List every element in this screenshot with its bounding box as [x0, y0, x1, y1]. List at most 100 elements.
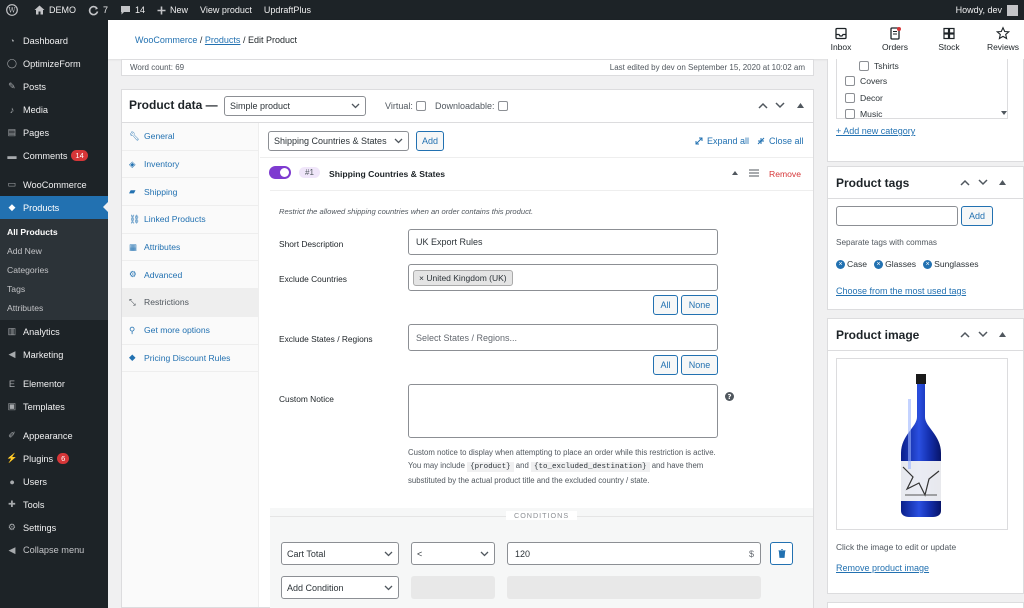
delete-condition-button[interactable]	[770, 542, 793, 565]
category-item[interactable]: Music	[845, 106, 1007, 123]
menu-media[interactable]: ♪ Media	[0, 98, 108, 121]
downloadable-checkbox[interactable]	[497, 101, 508, 111]
rule-collapse-icon[interactable]	[732, 171, 738, 175]
submenu-attributes[interactable]: Attributes	[0, 298, 108, 317]
menu-templates[interactable]: ▣ Templates	[0, 395, 108, 418]
updraftplus-link[interactable]: UpdraftPlus	[258, 0, 317, 20]
menu-settings[interactable]: ⚙ Settings	[0, 516, 108, 539]
wordpress-logo-button[interactable]: W	[0, 0, 28, 20]
menu-pages[interactable]: ▤ Pages	[0, 121, 108, 144]
menu-products[interactable]: ◆ Products	[0, 196, 108, 219]
add-new-category-link[interactable]: + Add new category	[836, 126, 915, 136]
condition-operator-select[interactable]: <	[411, 542, 495, 565]
virtual-checkbox[interactable]	[415, 101, 426, 111]
chevron-down-icon[interactable]	[775, 102, 785, 109]
chevron-up-icon[interactable]	[960, 331, 970, 338]
chevron-down-icon[interactable]	[978, 179, 988, 186]
condition-value-input[interactable]: 120 $	[507, 542, 761, 565]
product-image[interactable]	[836, 358, 1008, 530]
breadcrumb-products[interactable]: Products	[205, 35, 241, 45]
remove-tag-icon[interactable]: ×	[836, 259, 845, 269]
product-type-select[interactable]: Simple product	[224, 96, 366, 116]
menu-posts[interactable]: ✎ Posts	[0, 75, 108, 98]
countries-none-button[interactable]: None	[681, 295, 718, 315]
help-icon[interactable]: ?	[725, 392, 734, 401]
category-item[interactable]: Tshirts	[845, 59, 1007, 73]
restriction-type-select[interactable]: Shipping Countries & States	[268, 131, 409, 151]
submenu-tags[interactable]: Tags	[0, 279, 108, 298]
drag-handle-icon[interactable]	[749, 169, 759, 177]
tab-general[interactable]: 🔧︎ General	[122, 123, 258, 151]
chevron-down-icon[interactable]	[978, 331, 988, 338]
collapse-toggle-icon[interactable]	[797, 103, 804, 108]
orders-button[interactable]: Orders	[868, 26, 922, 56]
submenu-all-products[interactable]: All Products	[0, 222, 108, 241]
category-checkbox[interactable]	[845, 76, 855, 87]
new-tag-input[interactable]	[836, 206, 958, 226]
custom-notice-textarea[interactable]	[408, 384, 718, 438]
category-checkbox[interactable]	[845, 109, 855, 120]
states-none-button[interactable]: None	[681, 355, 718, 375]
menu-users[interactable]: ● Users	[0, 470, 108, 493]
collapse-toggle-icon[interactable]	[999, 180, 1006, 185]
menu-optimizeform[interactable]: ◯ OptimizeForm	[0, 52, 108, 75]
comments-link[interactable]: 14	[114, 0, 151, 20]
menu-elementor[interactable]: Ε Elementor	[0, 372, 108, 395]
category-checkbox[interactable]	[845, 92, 855, 103]
category-checkbox[interactable]	[859, 61, 869, 71]
tab-linked-products[interactable]: ⛓︎ Linked Products	[122, 206, 258, 234]
tab-restrictions[interactable]: ⤡ Restrictions	[122, 289, 258, 317]
category-item[interactable]: Covers	[845, 73, 1007, 90]
remove-rule-link[interactable]: Remove	[769, 169, 801, 179]
chevron-up-icon[interactable]	[758, 102, 768, 109]
add-restriction-button[interactable]: Add	[416, 131, 444, 151]
view-product-link[interactable]: View product	[194, 0, 258, 20]
tab-get-more-options[interactable]: ⚲ Get more options	[122, 317, 258, 345]
rule-enabled-toggle[interactable]	[269, 166, 291, 179]
menu-collapse[interactable]: ◀ Collapse menu	[0, 539, 108, 561]
chevron-up-icon[interactable]	[960, 179, 970, 186]
menu-dashboard[interactable]: ◔ Dashboard	[0, 29, 108, 52]
expand-all-link[interactable]: Expand all	[695, 136, 749, 146]
add-condition-select[interactable]: Add Condition	[281, 576, 399, 599]
menu-woocommerce[interactable]: ▭ WooCommerce	[0, 173, 108, 196]
remove-tag-icon[interactable]: ×	[874, 259, 884, 269]
tab-advanced[interactable]: ⚙ Advanced	[122, 261, 258, 290]
menu-tools[interactable]: ✚ Tools	[0, 493, 108, 516]
remove-tag-icon[interactable]: ×	[923, 259, 933, 269]
category-item[interactable]: Decor	[845, 90, 1007, 107]
menu-appearance[interactable]: ✐ Appearance	[0, 424, 108, 447]
short-description-input[interactable]: UK Export Rules	[408, 229, 718, 255]
menu-analytics[interactable]: ▥ Analytics	[0, 320, 108, 343]
stock-button[interactable]: Stock	[922, 26, 976, 56]
submenu-add-new[interactable]: Add New	[0, 241, 108, 260]
collapse-toggle-icon[interactable]	[999, 332, 1006, 337]
tab-inventory[interactable]: ◈ Inventory	[122, 151, 258, 179]
tab-pricing-discount-rules[interactable]: ◆ Pricing Discount Rules	[122, 345, 258, 373]
countries-all-button[interactable]: All	[653, 295, 678, 315]
new-content-link[interactable]: New	[151, 0, 194, 20]
condition-field-select[interactable]: Cart Total	[281, 542, 399, 565]
inbox-button[interactable]: Inbox	[814, 26, 868, 56]
exclude-states-select[interactable]: Select States / Regions...	[408, 324, 718, 351]
states-all-button[interactable]: All	[653, 355, 678, 375]
category-scrollbar[interactable]	[1000, 59, 1008, 119]
updates-link[interactable]: 7	[82, 0, 114, 20]
account-menu[interactable]: Howdy, dev	[956, 4, 1024, 16]
menu-plugins[interactable]: ⚡ Plugins 6	[0, 447, 108, 470]
breadcrumb-woocommerce[interactable]: WooCommerce	[135, 35, 197, 45]
choose-most-used-tags-link[interactable]: Choose from the most used tags	[836, 286, 966, 296]
reviews-button[interactable]: Reviews	[976, 26, 1024, 56]
remove-product-image-link[interactable]: Remove product image	[836, 563, 929, 573]
country-tag[interactable]: × United Kingdom (UK)	[413, 269, 513, 286]
add-tag-button[interactable]: Add	[961, 206, 993, 226]
site-name-link[interactable]: DEMO	[28, 0, 82, 20]
close-all-link[interactable]: Close all	[757, 136, 804, 146]
exclude-countries-select[interactable]: × United Kingdom (UK)	[408, 264, 718, 291]
condition-field-value: Cart Total	[287, 548, 326, 559]
menu-comments[interactable]: ▬ Comments 14	[0, 144, 108, 167]
tab-shipping[interactable]: ▰ Shipping	[122, 178, 258, 207]
submenu-categories[interactable]: Categories	[0, 260, 108, 279]
tab-attributes[interactable]: ▦ Attributes	[122, 234, 258, 262]
menu-marketing[interactable]: ◀ Marketing	[0, 343, 108, 366]
